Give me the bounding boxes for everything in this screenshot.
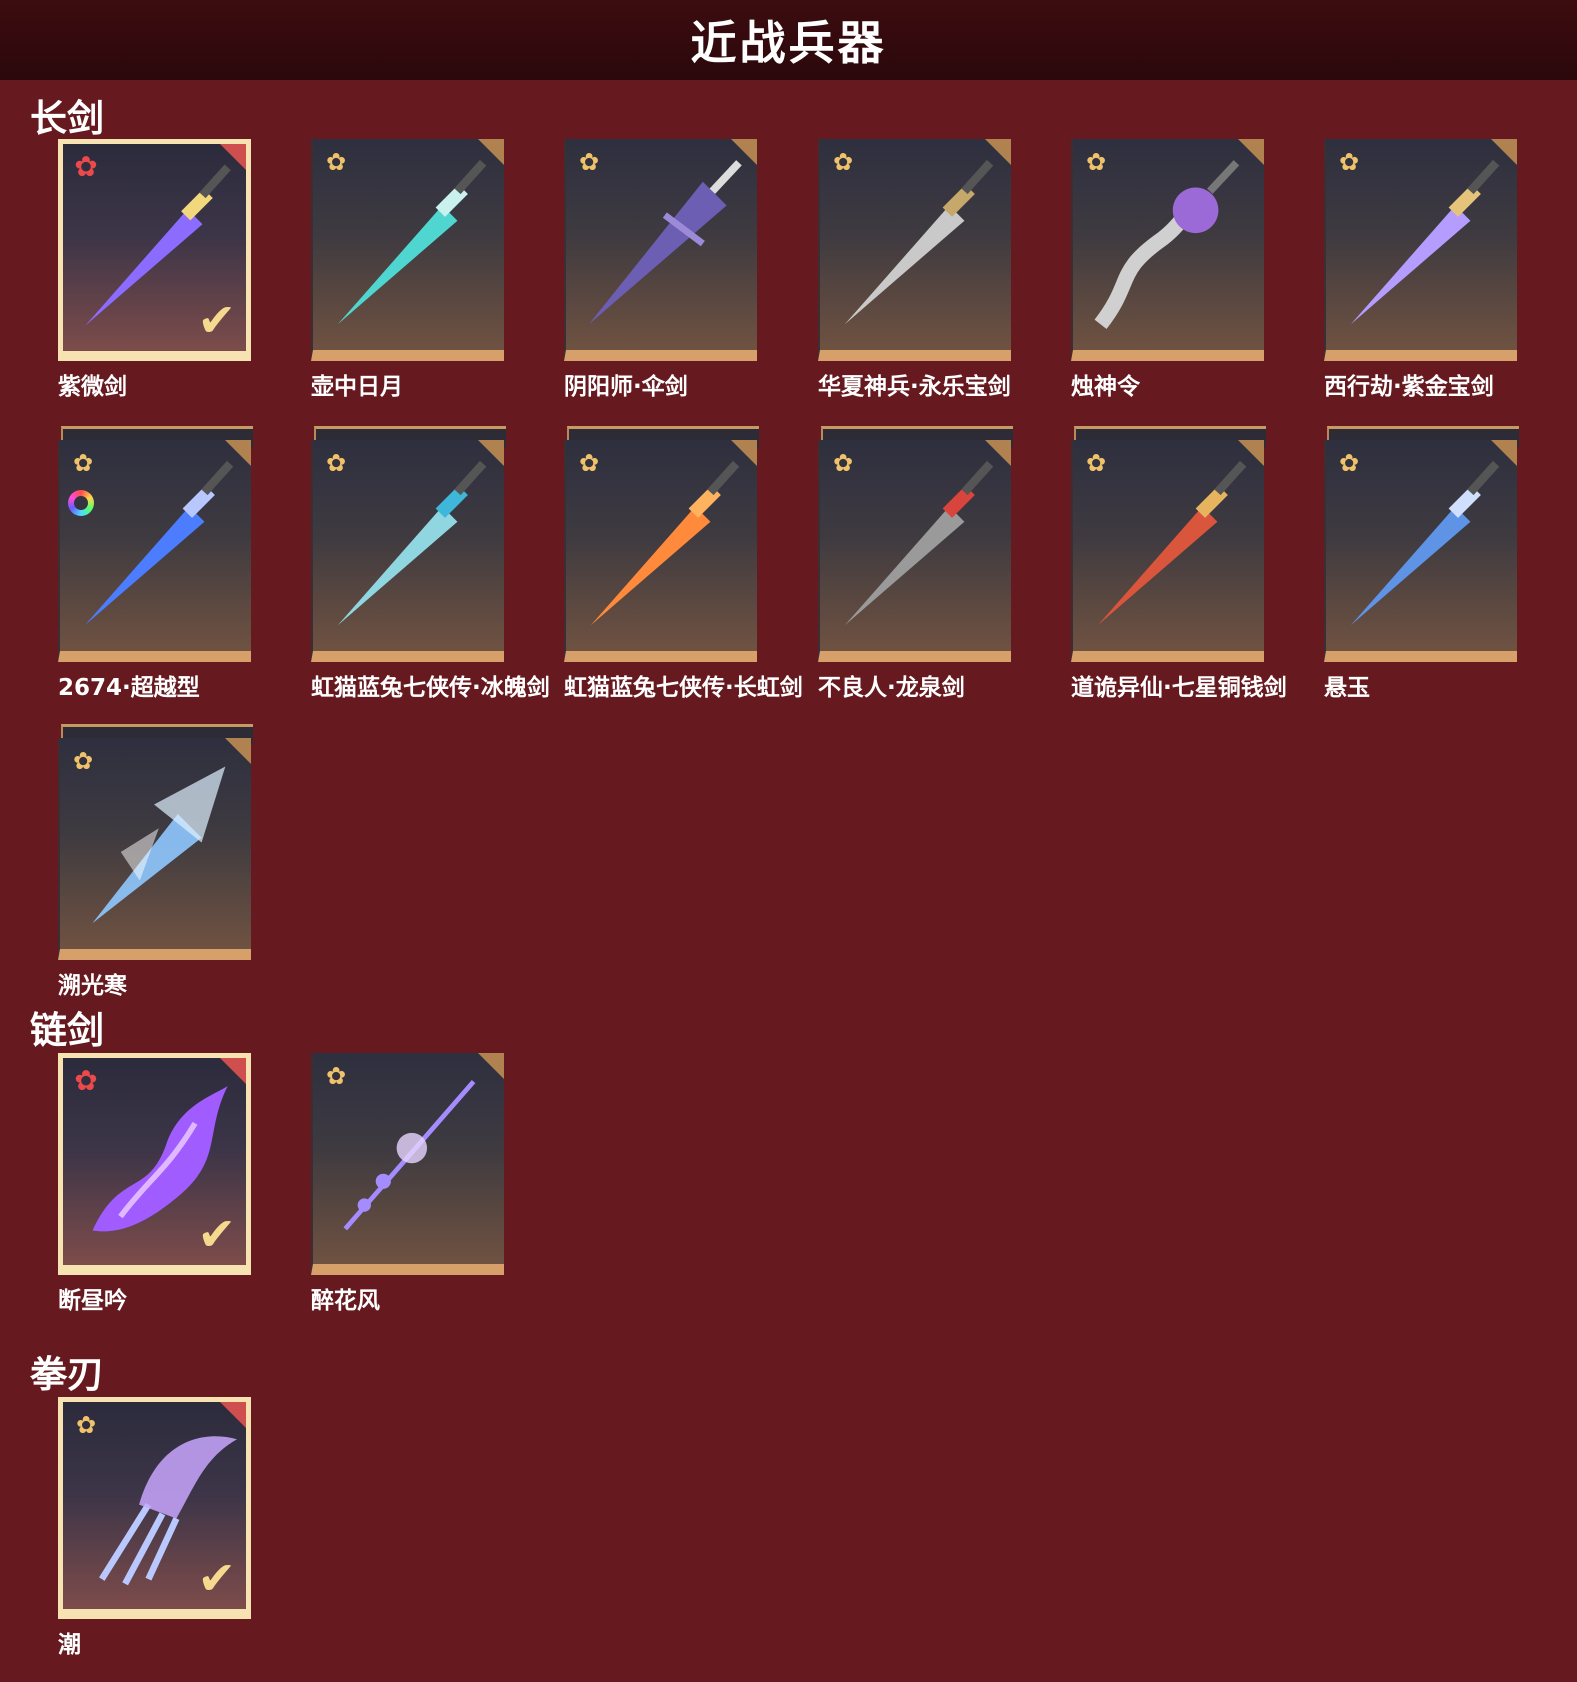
- gold-flower-icon: ✿: [72, 449, 94, 477]
- weapon-thumbnail: ✿: [818, 139, 1011, 361]
- gold-flower-icon: ✿: [325, 1062, 347, 1090]
- corner-tag-icon: [225, 738, 251, 764]
- weapon-card[interactable]: ✿ ✔ 断昼吟: [58, 1053, 251, 1314]
- weapon-name: 不良人·龙泉剑: [818, 675, 965, 701]
- corner-tag-icon: [1491, 139, 1517, 165]
- gold-flower-icon: ✿: [578, 449, 600, 477]
- weapon-name: 西行劫·紫金宝剑: [1324, 374, 1494, 400]
- weapon-name: 烛神令: [1071, 374, 1140, 400]
- equipped-check-icon: ✔: [197, 1207, 236, 1261]
- weapon-thumbnail: ✿ ✔: [58, 1053, 251, 1275]
- gold-flower-icon: ✿: [325, 449, 347, 477]
- weapon-card[interactable]: ✿ ✔ 潮: [58, 1397, 251, 1658]
- weapon-card[interactable]: ✿ 道诡异仙·七星铜钱剑: [1071, 426, 1287, 701]
- weapon-card[interactable]: ✿ 壶中日月: [311, 139, 504, 400]
- gold-flower-icon: ✿: [325, 148, 347, 176]
- weapon-thumbnail: ✿: [311, 1053, 504, 1275]
- corner-tag-icon: [220, 1402, 246, 1428]
- weapon-card[interactable]: ✿ 2674·超越型: [58, 426, 253, 701]
- weapon-name: 悬玉: [1324, 675, 1370, 701]
- gold-flower-icon: ✿: [72, 747, 94, 775]
- corner-tag-icon: [985, 440, 1011, 466]
- gold-flower-icon: ✿: [832, 148, 854, 176]
- section-title-fist-blade: 拳刃: [30, 1353, 104, 1396]
- corner-tag-icon: [220, 1058, 246, 1084]
- weapon-card[interactable]: ✿ 不良人·龙泉剑: [818, 426, 1013, 701]
- weapon-thumbnail: ✿: [818, 440, 1011, 662]
- section-title-chain-sword: 链剑: [30, 1009, 104, 1052]
- gold-flower-icon: ✿: [1085, 449, 1107, 477]
- weapon-thumbnail: ✿: [1071, 139, 1264, 361]
- weapon-name: 阴阳师·伞剑: [564, 374, 688, 400]
- weapon-name: 虹猫蓝兔七侠传·冰魄剑: [311, 675, 550, 701]
- weapon-card[interactable]: ✿ 烛神令: [1071, 139, 1264, 400]
- color-ring-icon: [68, 490, 94, 516]
- weapon-card[interactable]: ✿ 华夏神兵·永乐宝剑: [818, 139, 1011, 400]
- gold-flower-icon: ✿: [1338, 449, 1360, 477]
- equipped-check-icon: ✔: [197, 1551, 236, 1605]
- weapon-card[interactable]: ✿ 西行劫·紫金宝剑: [1324, 139, 1517, 400]
- corner-tag-icon: [478, 440, 504, 466]
- weapon-name: 华夏神兵·永乐宝剑: [818, 374, 1011, 400]
- weapon-thumbnail: ✿: [58, 738, 251, 960]
- corner-tag-icon: [1491, 440, 1517, 466]
- corner-tag-icon: [1238, 139, 1264, 165]
- weapon-thumbnail: ✿: [1324, 440, 1517, 662]
- weapon-name: 潮: [58, 1632, 81, 1658]
- weapon-card[interactable]: ✿ 虹猫蓝兔七侠传·长虹剑: [564, 426, 803, 701]
- gold-flower-icon: ✿: [832, 449, 854, 477]
- corner-tag-icon: [220, 144, 246, 170]
- corner-tag-icon: [1238, 440, 1264, 466]
- weapon-thumbnail: ✿ ✔: [58, 1397, 251, 1619]
- corner-tag-icon: [478, 1053, 504, 1079]
- gold-flower-icon: ✿: [75, 1411, 97, 1439]
- gold-flower-icon: ✿: [1085, 148, 1107, 176]
- weapon-card[interactable]: ✿ 溯光寒: [58, 724, 253, 999]
- page-title: 近战兵器: [690, 16, 887, 70]
- page-header: 近战兵器: [0, 0, 1577, 80]
- gold-flower-icon: ✿: [578, 148, 600, 176]
- section-title-long-sword: 长剑: [30, 97, 104, 140]
- weapon-name: 2674·超越型: [58, 675, 200, 701]
- weapon-thumbnail: ✿: [1071, 440, 1264, 662]
- weapon-name: 紫微剑: [58, 374, 127, 400]
- corner-tag-icon: [985, 139, 1011, 165]
- corner-tag-icon: [225, 440, 251, 466]
- weapon-thumbnail: ✿: [564, 139, 757, 361]
- corner-tag-icon: [731, 440, 757, 466]
- weapon-card[interactable]: ✿ 阴阳师·伞剑: [564, 139, 757, 400]
- red-flower-icon: ✿: [74, 1064, 98, 1097]
- weapon-thumbnail: ✿: [311, 440, 504, 662]
- weapon-card[interactable]: ✿ 虹猫蓝兔七侠传·冰魄剑: [311, 426, 550, 701]
- equipped-check-icon: ✔: [197, 293, 236, 347]
- weapon-name: 断昼吟: [58, 1288, 127, 1314]
- weapon-thumbnail: ✿: [564, 440, 757, 662]
- weapon-thumbnail: ✿: [311, 139, 504, 361]
- weapon-card[interactable]: ✿ ✔ 紫微剑: [58, 139, 251, 400]
- corner-tag-icon: [478, 139, 504, 165]
- weapon-card[interactable]: ✿ 悬玉: [1324, 426, 1519, 701]
- weapon-name: 虹猫蓝兔七侠传·长虹剑: [564, 675, 803, 701]
- weapon-thumbnail: ✿: [1324, 139, 1517, 361]
- weapon-name: 壶中日月: [311, 374, 403, 400]
- weapon-name: 溯光寒: [58, 973, 127, 999]
- weapon-card[interactable]: ✿ 醉花风: [311, 1053, 504, 1314]
- red-flower-icon: ✿: [74, 150, 98, 183]
- corner-tag-icon: [731, 139, 757, 165]
- weapon-name: 道诡异仙·七星铜钱剑: [1071, 675, 1287, 701]
- weapon-name: 醉花风: [311, 1288, 380, 1314]
- gold-flower-icon: ✿: [1338, 148, 1360, 176]
- weapon-thumbnail: ✿: [58, 440, 251, 662]
- weapon-thumbnail: ✿ ✔: [58, 139, 251, 361]
